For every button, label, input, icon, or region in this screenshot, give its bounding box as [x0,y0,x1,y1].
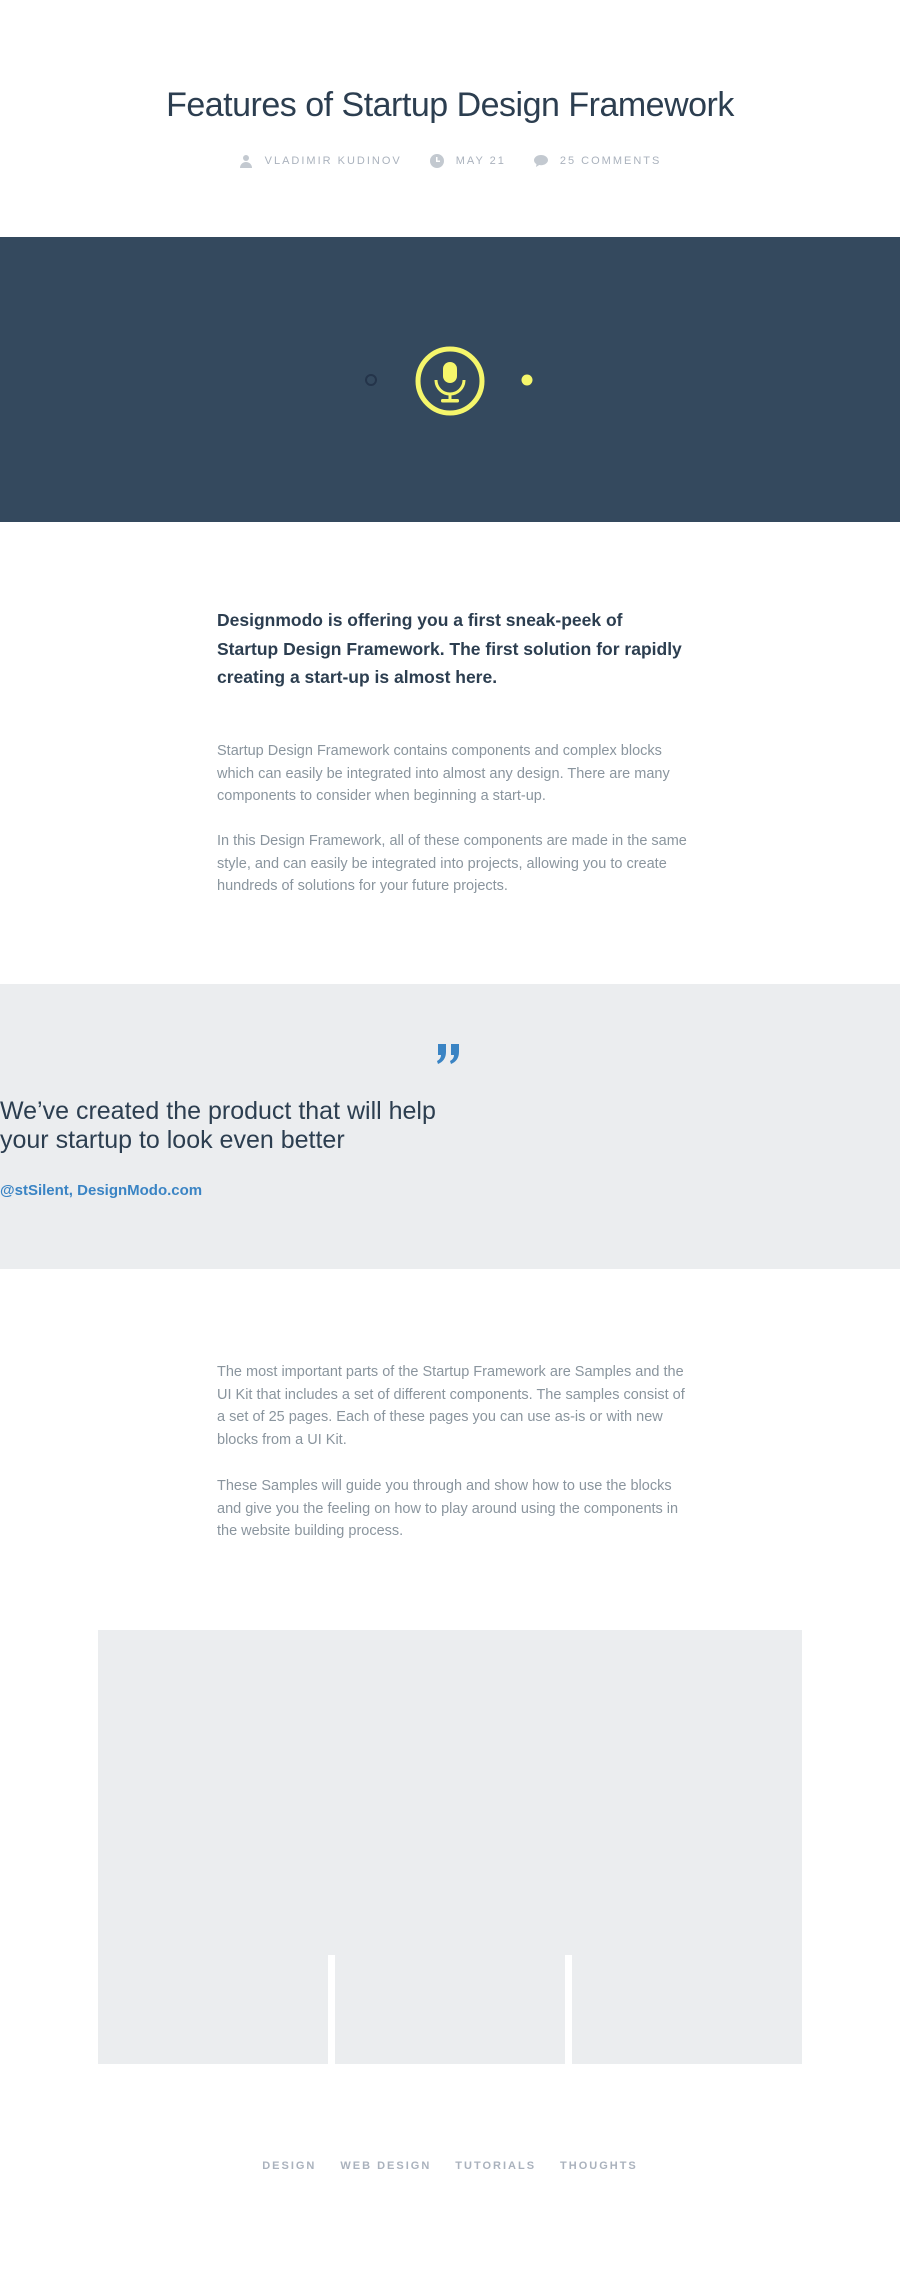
blog-post-page: Features of Startup Design Framework VLA… [0,0,900,2273]
tag-design[interactable]: DESIGN [262,2160,316,2172]
hero-illustration [365,346,533,416]
tag-web-design[interactable]: WEB DESIGN [340,2160,431,2172]
tag-thoughts[interactable]: THOUGHTS [560,2160,638,2172]
dot-right-icon [521,374,533,386]
paragraph-1: Startup Design Framework contains compon… [217,743,670,804]
comments-count: 25 COMMENTS [559,155,662,167]
paragraph-3: The most important parts of the Startup … [217,1364,685,1448]
author-name: VLADIMIR KUDINOV [264,155,402,167]
gallery-main-image[interactable] [98,1630,802,1955]
tag-tutorials[interactable]: TUTORIALS [455,2160,536,2172]
speech-bubble-icon [533,155,548,167]
gallery-thumb-3[interactable] [572,1922,802,2064]
microphone-icon [415,346,485,416]
quote-line-1: We’ve created the product that will help [0,1097,436,1125]
paragraph-2: In this Design Framework, all of these c… [217,833,687,894]
post-lead: Designmodo is offering you a first sneak… [217,610,682,687]
post-header: Features of Startup Design Framework VLA… [0,0,900,237]
post-tags: DESIGN WEB DESIGN TUTORIALS THOUGHTS [0,2160,900,2172]
meta-author[interactable]: VLADIMIR KUDINOV [239,154,402,168]
user-icon [239,155,252,168]
quote-mark-icon [437,1044,459,1064]
meta-date: MAY 21 [429,154,506,168]
post-meta: VLADIMIR KUDINOV MAY 21 25 COMMENTS [0,154,900,168]
quote-text: We’ve created the product that will help… [0,1097,900,1155]
quote-author-link[interactable]: @stSilent, DesignModo.com [0,1182,900,1199]
clock-icon [429,154,444,168]
post-title: Features of Startup Design Framework [166,86,734,124]
meta-comments[interactable]: 25 COMMENTS [533,154,662,168]
quote-line-2: your startup to look even better [0,1126,345,1154]
hero-banner [0,237,900,522]
dot-left-icon [365,374,377,386]
gallery-thumb-2[interactable] [335,1922,565,2064]
gallery-thumb-1[interactable] [98,1922,328,2064]
paragraph-4: These Samples will guide you through and… [217,1478,679,1539]
post-date: MAY 21 [455,155,506,167]
